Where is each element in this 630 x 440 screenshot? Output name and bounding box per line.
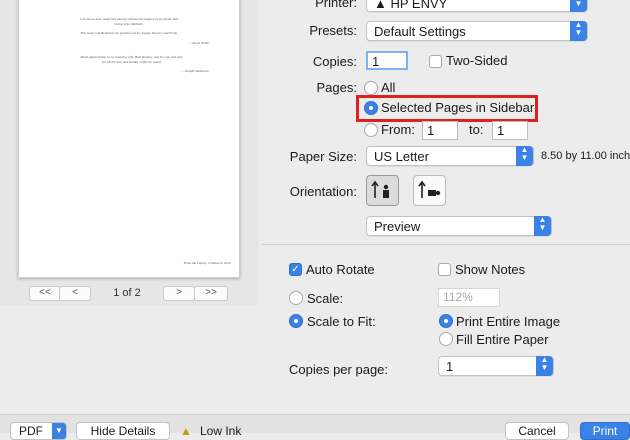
pdf-label: PDF [19,424,43,438]
popup-arrows-icon: ▲▼ [570,21,587,41]
fill-entire-paper-label: Fill Entire Paper [456,332,549,347]
checkmark-icon: ✓ [291,264,300,275]
copies-per-page-value: 1 [446,359,454,374]
preview-page: I could not have made this journey witho… [18,0,240,278]
show-notes-checkbox[interactable] [438,263,451,276]
from-field[interactable]: 1 [422,121,458,140]
fill-entire-paper-radio[interactable] [439,332,453,346]
paper-size-value: US Letter [374,149,429,164]
presets-value: Default Settings [374,24,466,39]
printer-label: Printer: [315,0,357,10]
section-value: Preview [374,219,421,234]
two-sided-checkbox[interactable] [429,55,442,68]
low-ink-label: Low Ink [200,424,242,438]
paper-size-label: Paper Size: [289,149,357,164]
next-page-button[interactable]: > [163,286,195,301]
scale-to-fit-radio[interactable] [289,314,303,328]
pages-all-label: All [381,80,396,95]
scale-radio[interactable] [289,291,303,305]
copies-field[interactable]: 1 [366,51,408,70]
portrait-button[interactable] [366,175,399,206]
popup-arrows-icon: ▲▼ [536,356,553,376]
page-range-radio[interactable] [364,123,378,137]
presets-popup[interactable]: Default Settings ▲ ▼ [366,21,588,41]
from-label: From: [381,122,415,137]
presets-label: Presets: [309,23,357,38]
orientation-label: Orientation: [289,184,357,199]
page-counter: 1 of 2 [113,287,141,299]
page-line: Much appreciation to my amazing wife, Be… [80,55,183,59]
page-line: loving wife, Michelle. [114,22,144,26]
popup-arrows-icon: ▲▼ [570,0,587,12]
first-page-button[interactable]: << [29,286,61,301]
paper-dimensions: 8.50 by 11.00 inch [541,150,630,162]
page-line: — Jennifer Robinson [180,69,209,73]
page-line: This book is dedicated to my greatest wo… [80,31,178,35]
popup-arrows-icon: ▲▼ [516,146,533,166]
print-button[interactable]: Print [580,422,630,440]
popup-arrows-icon: ▲▼ [534,216,551,236]
two-sided-label: Two-Sided [446,53,508,68]
section-popup[interactable]: Preview ▲ ▼ [366,216,552,236]
dropdown-arrow-icon: ▼ [52,423,66,439]
divider [262,244,630,245]
copies-per-page-label: Copies per page: [289,362,389,377]
selected-pages-radio[interactable] [364,101,378,115]
printer-popup[interactable]: ▲ HP ENVY ▲▼ [366,0,588,12]
page-line: I could not have made this journey witho… [80,17,178,21]
copies-label: Copies: [312,54,357,69]
scale-to-fit-label: Scale to Fit: [307,314,376,329]
copies-per-page-popup[interactable]: 1 ▲ ▼ [438,356,554,376]
to-label: to: [469,122,484,137]
hide-details-button[interactable]: Hide Details [76,422,170,440]
to-field[interactable]: 1 [492,121,528,140]
page-line: — Kevin White [188,41,209,45]
pages-label: Pages: [316,80,357,95]
printer-warning-icon: ▲ [374,0,391,11]
paper-size-popup[interactable]: US Letter ▲ ▼ [366,146,534,166]
print-entire-image-radio[interactable] [439,314,453,328]
page-footer: From the Library of Rebecca Wool [183,261,231,265]
selected-pages-label: Selected Pages in Sidebar [381,100,535,115]
show-notes-label: Show Notes [455,262,526,277]
page-line: for all the love and Sunday coffee he wo… [102,60,161,64]
landscape-button[interactable] [413,175,446,206]
landscape-icon [418,180,441,198]
last-page-button[interactable]: >> [194,286,228,301]
warning-icon: ▲ [180,424,192,438]
auto-rotate-checkbox[interactable]: ✓ [289,263,302,276]
cancel-button[interactable]: Cancel [505,422,569,440]
portrait-icon [371,180,389,198]
print-entire-image-label: Print Entire Image [456,314,561,329]
pdf-button[interactable]: PDF ▼ [10,422,67,440]
previous-page-button[interactable]: < [59,286,91,301]
scale-label: Scale: [307,291,344,306]
auto-rotate-label: Auto Rotate [306,262,375,277]
scale-field[interactable]: 112% [438,288,500,307]
printer-value: HP ENVY [390,0,448,11]
pages-all-radio[interactable] [364,81,378,95]
